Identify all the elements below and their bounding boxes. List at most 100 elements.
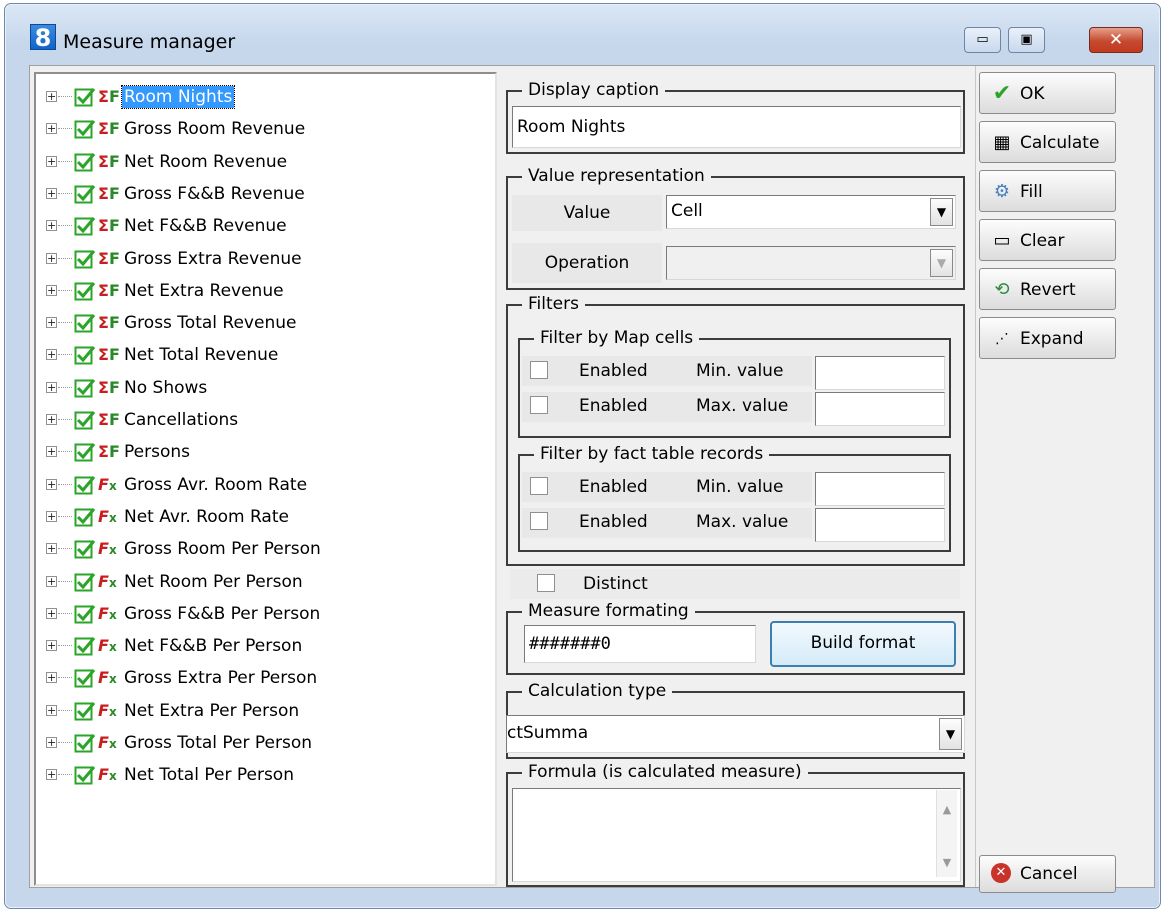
formula-textarea[interactable] <box>512 788 961 882</box>
minimize-button[interactable]: ▭ <box>964 27 1001 53</box>
fact-min-value-input[interactable] <box>815 472 945 506</box>
expand-plus-icon[interactable]: + <box>46 478 57 490</box>
tree-item-label[interactable]: Net Room Revenue <box>124 151 287 173</box>
ok-button[interactable]: ✔ OK <box>979 72 1116 114</box>
tree-item-label[interactable]: Cancellations <box>124 409 238 431</box>
tree-item-label[interactable]: Net F&&B Per Person <box>124 635 302 657</box>
fact-min-enabled-checkbox[interactable] <box>530 477 548 495</box>
expand-button[interactable]: ⋰ Expand <box>979 317 1116 359</box>
expand-plus-icon[interactable]: + <box>46 284 57 296</box>
expand-plus-icon[interactable]: + <box>46 737 57 748</box>
checkbox-checked-icon[interactable] <box>74 700 96 722</box>
expand-plus-icon[interactable]: + <box>46 220 57 232</box>
format-string-input[interactable]: #######0 <box>524 625 756 663</box>
checkbox-checked-icon[interactable] <box>74 474 96 496</box>
clear-button[interactable]: ▭ Clear <box>979 219 1116 261</box>
chevron-down-icon[interactable]: ▼ <box>930 249 953 277</box>
value-select[interactable]: Cell ▼ <box>666 195 956 229</box>
tree-item-label[interactable]: Gross Room Revenue <box>124 118 305 140</box>
expand-plus-icon[interactable]: + <box>46 123 57 135</box>
checkbox-checked-icon[interactable] <box>74 344 96 366</box>
tree-item-label[interactable]: Net F&&B Revenue <box>124 215 287 237</box>
tree-item-label[interactable]: Gross F&&B Per Person <box>124 603 320 625</box>
checkbox-checked-icon[interactable] <box>74 377 96 399</box>
build-format-button[interactable]: Build format <box>770 621 956 667</box>
tree-item-label[interactable]: Net Extra Revenue <box>124 280 284 302</box>
expand-plus-icon[interactable]: + <box>46 91 57 102</box>
tree-item-label[interactable]: Net Room Per Person <box>124 571 303 593</box>
checkbox-checked-icon[interactable] <box>74 86 96 108</box>
tree-item-label[interactable]: Gross Total Revenue <box>124 312 296 334</box>
chevron-down-icon[interactable]: ▼ <box>930 198 953 226</box>
tree-item-label[interactable]: Gross Total Per Person <box>124 732 312 754</box>
fact-max-enabled-checkbox[interactable] <box>530 512 548 530</box>
tree-item-label[interactable]: Net Total Per Person <box>124 764 294 786</box>
tree-item-label[interactable]: No Shows <box>124 377 207 399</box>
title-bar[interactable]: 8 Measure manager ▭ ▣ ✕ <box>5 4 1160 64</box>
tree-item-label[interactable]: Gross F&&B Revenue <box>124 183 305 205</box>
expand-plus-icon[interactable]: + <box>46 640 57 652</box>
fact-max-value-input[interactable] <box>815 508 945 542</box>
expand-plus-icon[interactable]: + <box>46 672 57 684</box>
tree-item-label[interactable]: Persons <box>124 441 190 463</box>
checkbox-checked-icon[interactable] <box>74 603 96 625</box>
expand-plus-icon[interactable]: + <box>46 575 57 587</box>
map-min-enabled-checkbox[interactable] <box>530 361 548 379</box>
cancel-button[interactable]: ✕ Cancel <box>979 855 1116 893</box>
scroll-down-icon[interactable]: ▼ <box>937 853 957 873</box>
expand-plus-icon[interactable]: + <box>46 769 57 781</box>
checkbox-checked-icon[interactable] <box>74 409 96 431</box>
checkbox-checked-icon[interactable] <box>74 280 96 302</box>
scroll-up-icon[interactable]: ▲ <box>937 800 957 820</box>
formula-scrollbar[interactable]: ▲ ▼ <box>936 790 957 877</box>
tree-item-label[interactable]: Gross Room Per Person <box>124 538 321 560</box>
chevron-down-icon[interactable]: ▼ <box>939 718 962 750</box>
checkbox-checked-icon[interactable] <box>74 183 96 205</box>
expand-plus-icon[interactable]: + <box>46 510 57 522</box>
tree-item-label[interactable]: Room Nights <box>120 85 236 109</box>
expand-plus-icon[interactable]: + <box>46 446 57 458</box>
checkbox-checked-icon[interactable] <box>74 571 96 593</box>
map-max-enabled-checkbox[interactable] <box>530 396 548 414</box>
expand-plus-icon[interactable]: + <box>46 155 57 167</box>
checkbox-checked-icon[interactable] <box>74 635 96 657</box>
tree-item-label[interactable]: Gross Extra Per Person <box>124 667 317 689</box>
tree-item-label[interactable]: Net Total Revenue <box>124 344 278 366</box>
expand-plus-icon[interactable]: + <box>46 349 57 361</box>
expand-plus-icon[interactable]: + <box>46 187 57 199</box>
tree-item-label[interactable]: Net Avr. Room Rate <box>124 506 289 528</box>
checkbox-checked-icon[interactable] <box>74 312 96 334</box>
fill-button[interactable]: ⚙ Fill <box>979 170 1116 212</box>
expand-plus-icon[interactable]: + <box>46 381 57 393</box>
expand-plus-icon[interactable]: + <box>46 317 57 329</box>
map-min-value-input[interactable] <box>815 356 945 390</box>
expand-plus-icon[interactable]: + <box>46 607 57 619</box>
checkbox-checked-icon[interactable] <box>74 248 96 270</box>
tree-item-label[interactable]: Net Extra Per Person <box>124 700 299 722</box>
checkbox-checked-icon[interactable] <box>74 441 96 463</box>
expand-plus-icon[interactable]: + <box>46 704 57 716</box>
expand-plus-icon[interactable]: + <box>46 252 57 264</box>
checkbox-checked-icon[interactable] <box>74 118 96 140</box>
calculation-type-select[interactable]: ctSumma ▼ <box>506 715 965 753</box>
map-max-value-input[interactable] <box>815 392 945 426</box>
calculate-button[interactable]: ▦ Calculate <box>979 121 1116 163</box>
checkbox-checked-icon[interactable] <box>74 215 96 237</box>
display-caption-input[interactable]: Room Nights <box>512 106 961 148</box>
checkbox-checked-icon[interactable] <box>74 151 96 173</box>
checkbox-checked-icon[interactable] <box>74 506 96 528</box>
close-button[interactable]: ✕ <box>1089 27 1143 53</box>
checkbox-checked-icon[interactable] <box>74 764 96 786</box>
checkbox-checked-icon[interactable] <box>74 667 96 689</box>
checkbox-checked-icon[interactable] <box>74 538 96 560</box>
tree-item-label[interactable]: Gross Avr. Room Rate <box>124 474 307 496</box>
checkbox-checked-icon[interactable] <box>74 732 96 754</box>
tree-item-label[interactable]: Gross Extra Revenue <box>124 248 302 270</box>
restore-button[interactable]: ▣ <box>1008 27 1045 53</box>
measure-tree[interactable]: + ΣF Room Nights + ΣF Gross Room Revenue + ΣF Ne… <box>34 72 497 886</box>
expand-plus-icon[interactable]: + <box>46 543 57 555</box>
revert-button[interactable]: ⟲ Revert <box>979 268 1116 310</box>
expand-plus-icon[interactable]: + <box>46 414 57 425</box>
operation-select[interactable]: ▼ <box>666 246 956 280</box>
distinct-checkbox[interactable] <box>537 574 555 592</box>
